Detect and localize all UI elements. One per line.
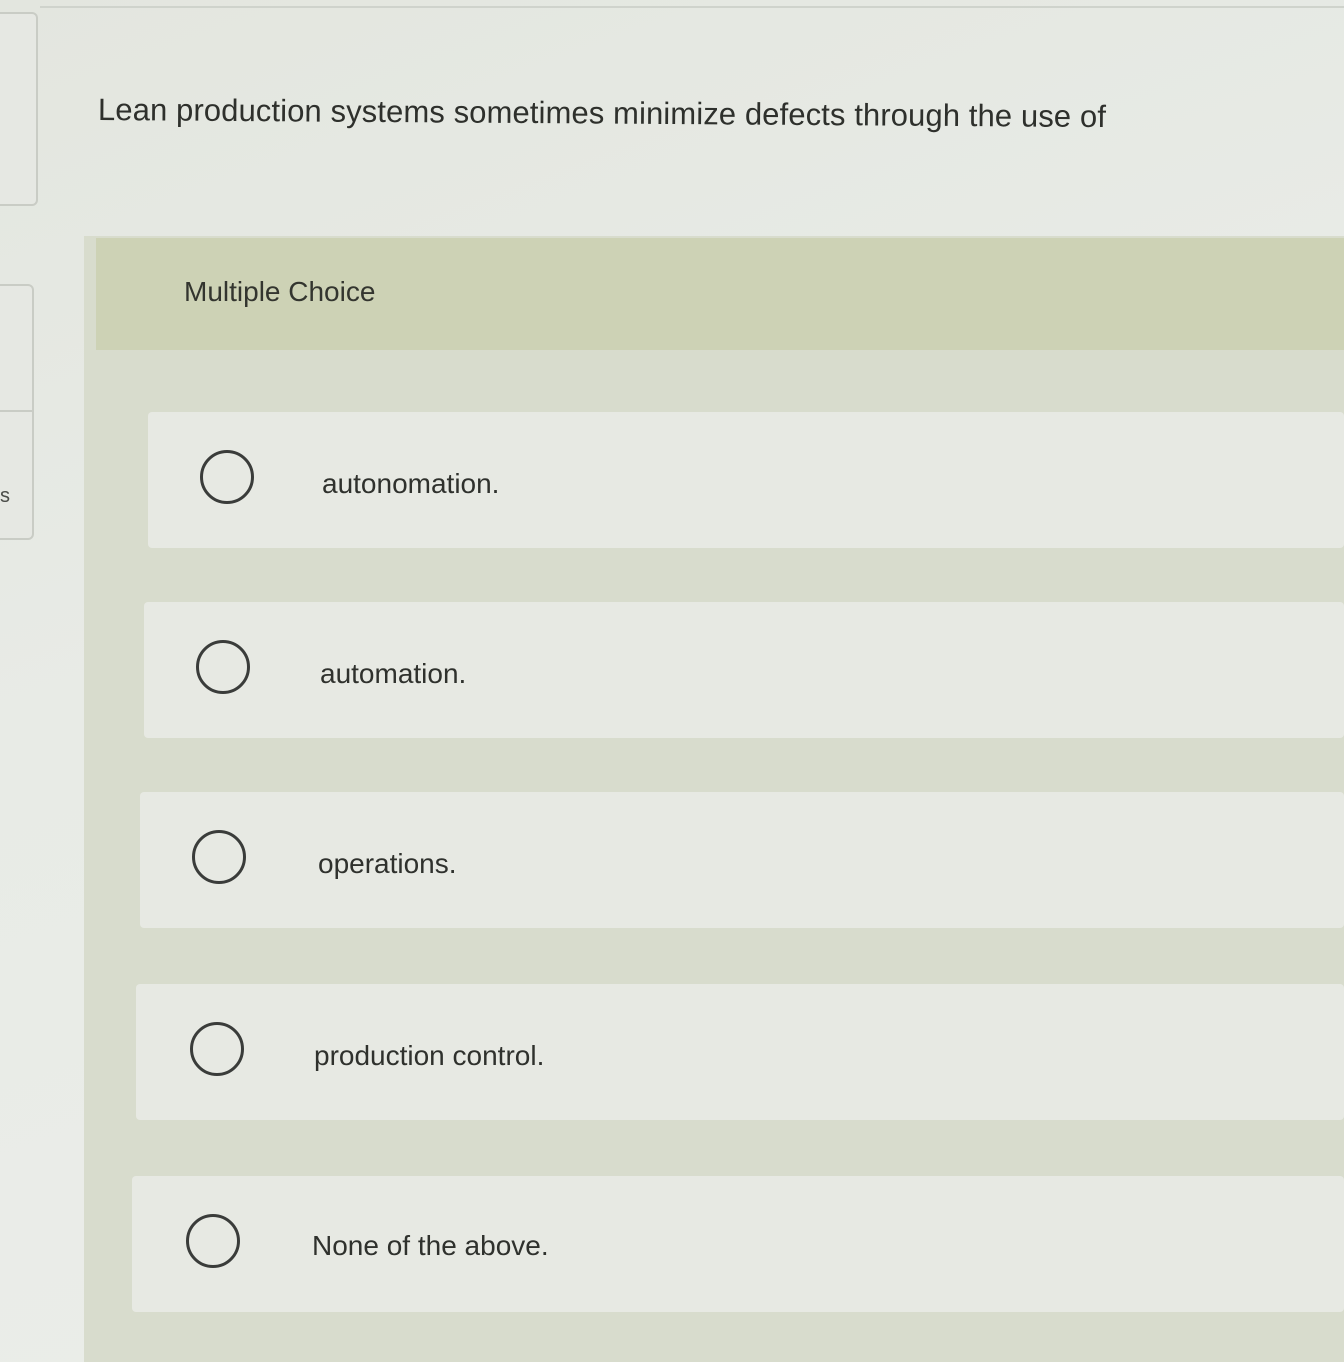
side-panel-letter: s bbox=[0, 485, 10, 507]
radio-button[interactable] bbox=[196, 640, 250, 694]
answer-option-none-of-the-above[interactable]: None of the above. bbox=[132, 1176, 1344, 1312]
multiple-choice-label: Multiple Choice bbox=[184, 276, 376, 307]
question-text: Lean production systems sometimes minimi… bbox=[97, 92, 1107, 135]
radio-button[interactable] bbox=[190, 1022, 244, 1076]
answer-option-label: autonomation. bbox=[322, 468, 500, 499]
top-divider bbox=[40, 6, 1344, 8]
side-panel-top bbox=[0, 12, 38, 206]
answer-option-autonomation[interactable]: autonomation. bbox=[148, 412, 1344, 548]
radio-button[interactable] bbox=[192, 830, 246, 884]
answer-option-operations[interactable]: operations. bbox=[140, 792, 1344, 928]
radio-button[interactable] bbox=[200, 450, 254, 504]
answer-option-label: None of the above. bbox=[312, 1230, 549, 1261]
answer-option-label: automation. bbox=[320, 658, 467, 689]
answer-option-production-control[interactable]: production control. bbox=[136, 984, 1344, 1120]
answer-option-label: production control. bbox=[314, 1040, 545, 1071]
answer-option-label: operations. bbox=[318, 848, 457, 879]
side-panel-divider bbox=[0, 410, 32, 412]
answer-option-automation[interactable]: automation. bbox=[144, 602, 1344, 738]
radio-button[interactable] bbox=[186, 1214, 240, 1268]
